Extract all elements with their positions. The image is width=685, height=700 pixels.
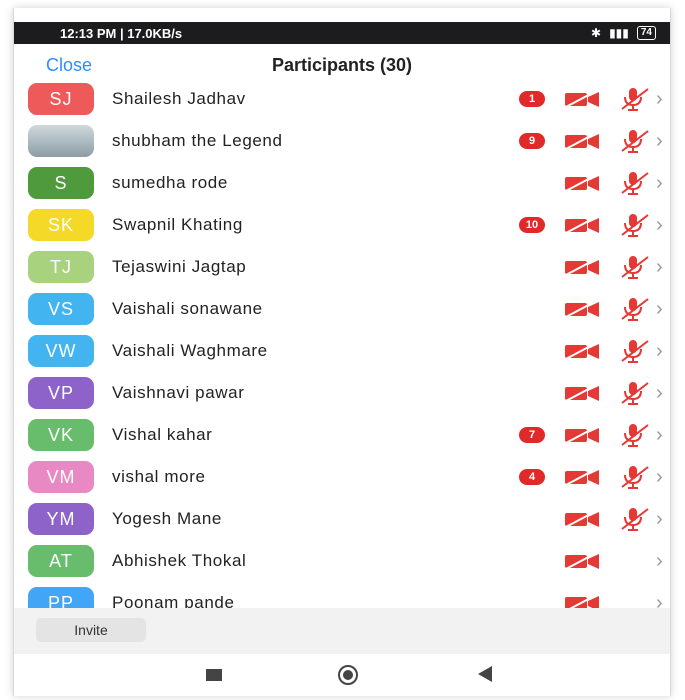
status-bar: 12:13 PM | 17.0KB/s ✱ ▮▮▮ 74 xyxy=(14,22,670,44)
avatar: VP xyxy=(28,377,94,409)
participant-name: sumedha rode xyxy=(112,173,228,192)
close-button[interactable]: Close xyxy=(46,55,92,76)
chat-badge: 4 xyxy=(519,469,545,485)
video-off-icon xyxy=(562,341,602,361)
participant-list: SJ Shailesh Jadhav 1 › shubham the Legend 9 › S… xyxy=(14,78,670,624)
avatar: AT xyxy=(28,545,94,577)
participant-row[interactable]: Ssumedha rode › xyxy=(14,162,670,204)
participant-row[interactable]: VK Vishal kahar 7 › xyxy=(14,414,670,456)
chat-badge: 9 xyxy=(519,133,545,149)
participant-row[interactable]: YM Yogesh Mane › xyxy=(14,498,670,540)
participant-row[interactable]: shubham the Legend 9 › xyxy=(14,120,670,162)
video-off-icon xyxy=(562,257,602,277)
video-off-icon xyxy=(562,173,602,193)
participant-name: Vaishnavi pawar xyxy=(112,383,245,402)
chevron-right-icon[interactable]: › xyxy=(656,256,663,279)
video-off-icon xyxy=(562,89,602,109)
avatar: VM xyxy=(28,461,94,493)
signal-icon: ▮▮▮ xyxy=(609,26,629,40)
status-time: 12:13 PM | 17.0KB/s xyxy=(60,25,183,41)
participant-row[interactable]: AT Abhishek Thokal › xyxy=(14,540,670,582)
system-nav-bar xyxy=(14,654,670,696)
participant-name: vishal more xyxy=(112,467,206,486)
chat-badge: 7 xyxy=(519,427,545,443)
chevron-right-icon[interactable]: › xyxy=(656,298,663,321)
avatar: S xyxy=(28,167,94,199)
invite-button[interactable]: Invite xyxy=(36,618,146,642)
chat-badge: 1 xyxy=(519,91,545,107)
chevron-right-icon[interactable]: › xyxy=(656,424,663,447)
participant-name: Vaishali Waghmare xyxy=(112,341,268,360)
chat-badge: 10 xyxy=(519,217,545,233)
participant-name: Shailesh Jadhav xyxy=(112,89,246,108)
bluetooth-icon: ✱ xyxy=(591,26,602,40)
footer: Invite xyxy=(14,608,670,654)
chevron-right-icon[interactable]: › xyxy=(656,550,663,573)
chevron-right-icon[interactable]: › xyxy=(656,172,663,195)
mic-muted-icon xyxy=(620,381,650,405)
chevron-right-icon[interactable]: › xyxy=(656,340,663,363)
mic-muted-icon xyxy=(620,87,650,111)
header: Close Participants (30) xyxy=(14,48,670,82)
participant-name: Yogesh Mane xyxy=(112,509,222,528)
participant-row[interactable]: VW Vaishali Waghmare › xyxy=(14,330,670,372)
avatar: VS xyxy=(28,293,94,325)
video-off-icon xyxy=(562,131,602,151)
battery-icon: 74 xyxy=(636,26,656,40)
participant-row[interactable]: VS Vaishali sonawane › xyxy=(14,288,670,330)
avatar: YM xyxy=(28,503,94,535)
participant-row[interactable]: VP Vaishnavi pawar › xyxy=(14,372,670,414)
chevron-right-icon[interactable]: › xyxy=(656,382,663,405)
mic-muted-icon xyxy=(620,339,650,363)
video-off-icon xyxy=(562,551,602,571)
participant-row[interactable]: TJ Tejaswini Jagtap › xyxy=(14,246,670,288)
home-icon[interactable] xyxy=(338,665,358,685)
video-off-icon xyxy=(562,467,602,487)
avatar: VW xyxy=(28,335,94,367)
mic-muted-icon xyxy=(620,213,650,237)
chevron-right-icon[interactable]: › xyxy=(656,130,663,153)
participant-name: shubham the Legend xyxy=(112,131,283,150)
participant-name: Abhishek Thokal xyxy=(112,551,247,570)
chevron-right-icon[interactable]: › xyxy=(656,508,663,531)
chevron-right-icon[interactable]: › xyxy=(656,88,663,111)
avatar: SJ xyxy=(28,83,94,115)
video-off-icon xyxy=(562,215,602,235)
participant-name: Tejaswini Jagtap xyxy=(112,257,247,276)
mic-muted-icon xyxy=(620,465,650,489)
mic-muted-icon xyxy=(620,507,650,531)
video-off-icon xyxy=(562,425,602,445)
mic-muted-icon xyxy=(620,297,650,321)
participant-row[interactable]: VM vishal more 4 › xyxy=(14,456,670,498)
video-off-icon xyxy=(562,383,602,403)
mic-muted-icon xyxy=(620,255,650,279)
back-icon[interactable] xyxy=(478,666,492,682)
participant-row[interactable]: SJ Shailesh Jadhav 1 › xyxy=(14,78,670,120)
participant-name: Swapnil Khating xyxy=(112,215,243,234)
mic-muted-icon xyxy=(620,129,650,153)
recent-apps-icon[interactable] xyxy=(206,669,222,681)
chevron-right-icon[interactable]: › xyxy=(656,466,663,489)
avatar: SK xyxy=(28,209,94,241)
video-off-icon xyxy=(562,509,602,529)
participant-name: Vaishali sonawane xyxy=(112,299,263,318)
participant-name: Vishal kahar xyxy=(112,425,213,444)
chevron-right-icon[interactable]: › xyxy=(656,214,663,237)
avatar: VK xyxy=(28,419,94,451)
video-off-icon xyxy=(562,299,602,319)
page-title: Participants (30) xyxy=(271,54,413,75)
app-frame: 12:13 PM | 17.0KB/s ✱ ▮▮▮ 74 Close Parti… xyxy=(13,8,671,696)
mic-muted-icon xyxy=(620,171,650,195)
participant-row[interactable]: SK Swapnil Khating 10 › xyxy=(14,204,670,246)
status-icons: ✱ ▮▮▮ 74 xyxy=(591,26,656,40)
avatar xyxy=(28,125,94,157)
avatar: TJ xyxy=(28,251,94,283)
mic-muted-icon xyxy=(620,423,650,447)
